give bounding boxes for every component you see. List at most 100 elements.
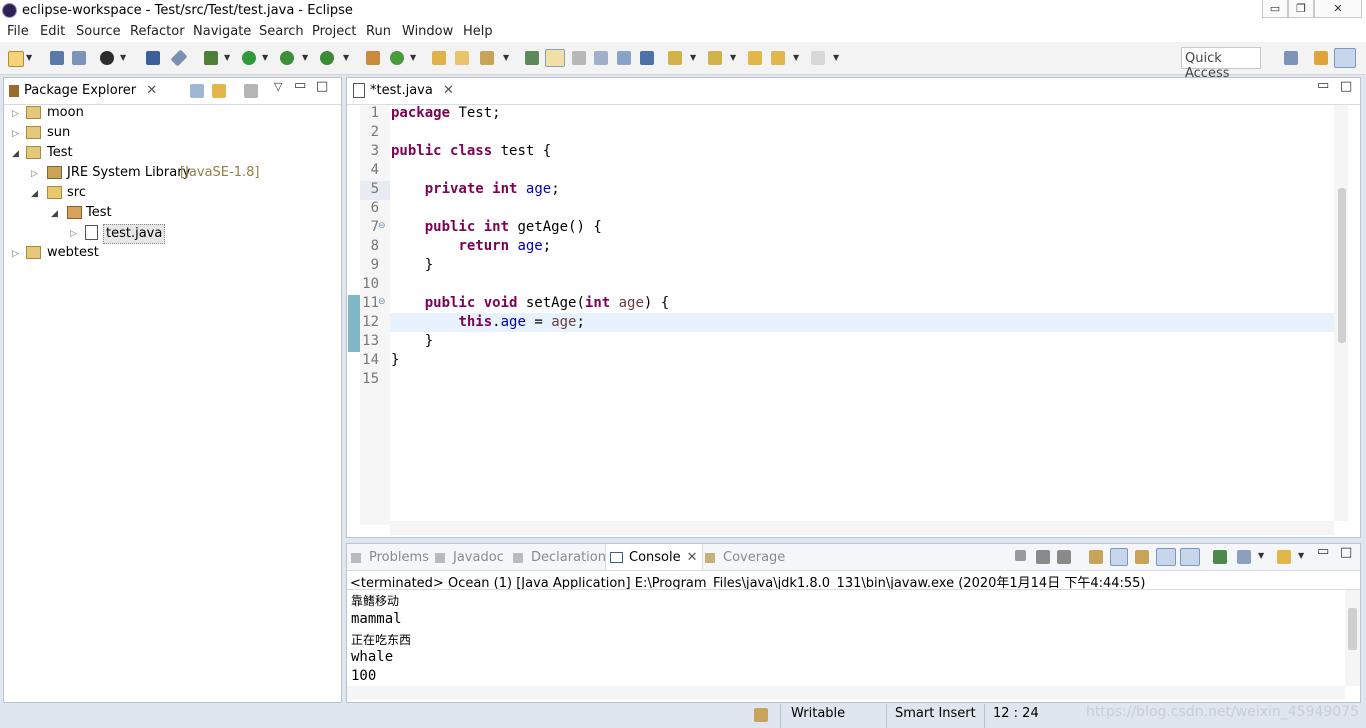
- menu-navigate[interactable]: Navigate: [193, 24, 251, 39]
- fold-icon[interactable]: ⊖: [378, 221, 386, 231]
- save-all-icon[interactable]: [72, 51, 86, 65]
- code-line[interactable]: public class test {: [391, 143, 551, 159]
- expand-icon[interactable]: ▷: [12, 125, 19, 143]
- show-whitespace-icon[interactable]: [594, 51, 608, 65]
- profile-icon[interactable]: [100, 51, 114, 65]
- chevron-down-icon[interactable]: ▼: [793, 53, 799, 62]
- display-selected-console-icon[interactable]: [1237, 550, 1251, 564]
- open-task-icon[interactable]: [455, 51, 469, 65]
- menu-source[interactable]: Source: [76, 24, 121, 39]
- code-line[interactable]: package Test;: [391, 105, 501, 121]
- link-with-editor-icon[interactable]: [212, 84, 226, 98]
- last-edit-location-icon[interactable]: [748, 51, 762, 65]
- restore-button[interactable]: ❐: [1288, 0, 1314, 18]
- background-tasks-icon[interactable]: [754, 708, 768, 722]
- scroll-lock-icon[interactable]: [1110, 548, 1128, 566]
- clear-console-icon[interactable]: [1089, 550, 1103, 564]
- fold-icon[interactable]: ⊖: [378, 297, 386, 307]
- chevron-down-icon[interactable]: ▼: [343, 53, 349, 62]
- search-icon[interactable]: [480, 51, 494, 65]
- chevron-down-icon[interactable]: ▼: [833, 53, 839, 62]
- menu-edit[interactable]: Edit: [40, 24, 65, 39]
- chevron-down-icon[interactable]: ▼: [26, 53, 32, 62]
- maximize-view-icon[interactable]: □: [1340, 79, 1352, 94]
- expand-icon[interactable]: ▷: [31, 165, 38, 183]
- close-icon[interactable]: ✕: [687, 550, 698, 565]
- collapse-icon[interactable]: ◢: [51, 205, 58, 223]
- chevron-down-icon[interactable]: ▼: [730, 53, 736, 62]
- tab-coverage[interactable]: Coverage: [705, 544, 785, 570]
- coverage-icon[interactable]: [280, 51, 294, 65]
- open-perspective-icon[interactable]: [1284, 51, 1298, 65]
- menu-run[interactable]: Run: [366, 24, 391, 39]
- open-console-icon[interactable]: [1277, 550, 1291, 564]
- run-icon[interactable]: [242, 51, 256, 65]
- chevron-down-icon[interactable]: ▼: [1298, 551, 1304, 560]
- expand-icon[interactable]: ▷: [12, 245, 19, 263]
- code-line[interactable]: }: [391, 333, 433, 349]
- terminate-icon[interactable]: [1015, 550, 1026, 561]
- close-icon[interactable]: ✕: [443, 83, 454, 98]
- tab-javadoc[interactable]: Javadoc: [435, 544, 504, 570]
- quick-access-input[interactable]: Quick Access: [1181, 47, 1261, 81]
- tab-console[interactable]: Console ✕: [605, 544, 703, 570]
- code-line[interactable]: public int getAge() {: [391, 219, 602, 235]
- focus-task-icon[interactable]: [244, 84, 258, 98]
- java-perspective-icon[interactable]: [1334, 48, 1356, 68]
- menu-search[interactable]: Search: [259, 24, 304, 39]
- code-line[interactable]: this.age = age;: [391, 314, 584, 330]
- minimize-view-icon[interactable]: ▭: [1317, 78, 1329, 93]
- skip-breakpoints-icon[interactable]: [170, 49, 188, 67]
- code-line[interactable]: }: [391, 352, 399, 368]
- debug-icon[interactable]: [204, 51, 218, 65]
- show-console-on-stdout-icon[interactable]: [1156, 548, 1176, 566]
- toggle-highlight-icon[interactable]: [545, 49, 565, 67]
- close-button[interactable]: ✕: [1314, 0, 1362, 18]
- remove-launch-icon[interactable]: [1036, 550, 1050, 564]
- menu-project[interactable]: Project: [312, 24, 356, 39]
- maximize-view-icon[interactable]: □: [1340, 545, 1352, 560]
- toggle-block-selection-icon[interactable]: [572, 51, 586, 65]
- back-icon[interactable]: [771, 51, 785, 65]
- scrollbar-thumb[interactable]: [1338, 188, 1346, 343]
- previous-annotation-icon[interactable]: [708, 51, 722, 65]
- code-line[interactable]: private int age;: [391, 181, 560, 197]
- pin-console-icon[interactable]: [1213, 550, 1227, 564]
- chevron-down-icon[interactable]: ▼: [224, 53, 230, 62]
- expand-icon[interactable]: ▷: [70, 225, 77, 243]
- chevron-down-icon[interactable]: ▼: [690, 53, 696, 62]
- collapse-all-icon[interactable]: [190, 84, 204, 98]
- menu-help[interactable]: Help: [463, 24, 493, 39]
- paragraph-icon[interactable]: [640, 51, 654, 65]
- remove-all-launches-icon[interactable]: [1057, 550, 1071, 564]
- new-java-class-icon[interactable]: [390, 51, 404, 65]
- horizontal-scrollbar[interactable]: [390, 521, 1334, 535]
- horizontal-scrollbar[interactable]: [347, 686, 1345, 700]
- toggle-mark-occurrences-icon[interactable]: [525, 51, 539, 65]
- minimize-view-icon[interactable]: ▭: [294, 78, 306, 93]
- close-icon[interactable]: ✕: [146, 83, 157, 98]
- menu-file[interactable]: File: [7, 24, 29, 39]
- chevron-down-icon[interactable]: ▼: [410, 53, 416, 62]
- next-annotation-icon[interactable]: [668, 51, 682, 65]
- forward-icon[interactable]: [811, 51, 825, 65]
- code-line[interactable]: return age;: [391, 238, 551, 254]
- show-console-on-stderr-icon[interactable]: [1180, 548, 1200, 566]
- minimize-view-icon[interactable]: ▭: [1317, 544, 1329, 559]
- tab-test-java[interactable]: *test.java ✕: [353, 78, 460, 104]
- menu-window[interactable]: Window: [402, 24, 453, 39]
- save-icon[interactable]: [50, 51, 64, 65]
- collapse-icon[interactable]: ◢: [31, 185, 38, 203]
- open-type-icon[interactable]: [432, 51, 446, 65]
- chevron-down-icon[interactable]: ▼: [120, 53, 126, 62]
- chevron-down-icon[interactable]: ▼: [262, 53, 268, 62]
- collapse-icon[interactable]: ◢: [12, 145, 19, 163]
- expand-icon[interactable]: ▷: [12, 105, 19, 123]
- java-ee-perspective-icon[interactable]: [1314, 51, 1328, 65]
- maximize-view-icon[interactable]: □: [316, 79, 328, 94]
- tab-declaration[interactable]: Declaration: [513, 544, 606, 570]
- external-tools-icon[interactable]: [320, 51, 334, 65]
- chevron-down-icon[interactable]: ▼: [503, 53, 509, 62]
- chevron-down-icon[interactable]: ▼: [302, 53, 308, 62]
- code-line[interactable]: }: [391, 257, 433, 273]
